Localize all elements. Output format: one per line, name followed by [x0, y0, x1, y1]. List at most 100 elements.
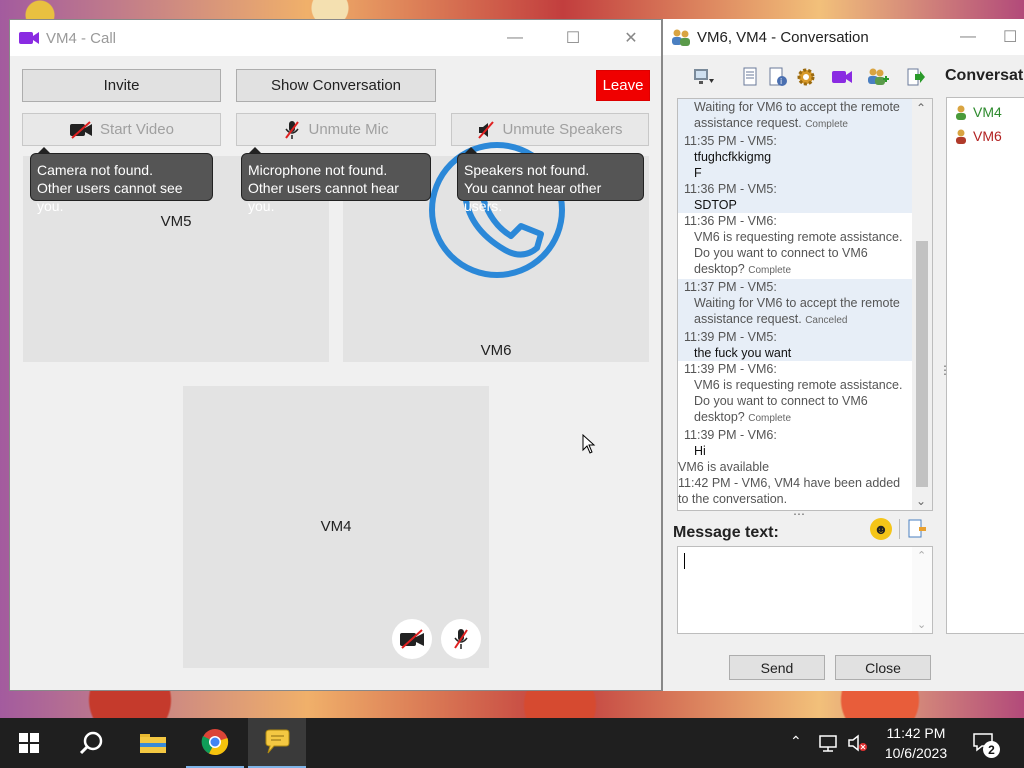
conversation-window-title: VM6, VM4 - Conversation	[697, 28, 869, 46]
microphone-tooltip: Microphone not found. Other users cannot…	[241, 147, 431, 214]
show-hidden-icons[interactable]: ⌃	[790, 733, 802, 750]
unmute-speakers-label: Unmute Speakers	[502, 121, 623, 138]
messenger-app-button[interactable]	[248, 718, 306, 768]
chat-message: 11:36 PM - VM6: VM6 is requesting remote …	[678, 213, 912, 279]
maximize-button[interactable]: ☐	[550, 20, 596, 56]
message-text: F	[694, 166, 702, 180]
message-header: 11:39 PM - VM6:	[684, 362, 777, 376]
participant-name: VM6	[973, 128, 1002, 144]
chrome-button[interactable]	[186, 718, 244, 768]
user-icon	[956, 129, 966, 144]
settings-gear-icon[interactable]	[795, 66, 817, 88]
text-cursor	[684, 553, 685, 569]
message-status: Complete	[805, 119, 848, 130]
network-icon[interactable]	[818, 733, 840, 753]
scroll-down-icon[interactable]: ⌄	[916, 494, 926, 508]
input-scrollbar[interactable]: ⌃ ⌄	[912, 547, 932, 633]
send-button[interactable]: Send	[729, 655, 825, 680]
splitter-handle-horizontal[interactable]: ⋯	[793, 507, 805, 521]
message-text: desktop?	[694, 410, 745, 424]
show-conversation-button[interactable]: Show Conversation	[236, 69, 436, 102]
chat-scrollbar[interactable]: ⌃ ⌄	[912, 99, 932, 510]
scroll-thumb[interactable]	[916, 241, 928, 487]
message-list: Waiting for VM6 to accept the remote assi…	[678, 99, 912, 507]
camera-tooltip: Camera not found. Other users cannot see…	[30, 147, 213, 214]
close-window-button[interactable]: ✕	[608, 20, 654, 56]
participants-list: VM4 VM6	[946, 97, 1024, 634]
message-text: Hi	[694, 444, 706, 458]
message-header: 11:36 PM - VM6:	[684, 214, 777, 228]
chat-message: 11:37 PM - VM5: Waiting for VM6 to accept…	[678, 279, 912, 329]
action-center-button[interactable]: 2	[970, 730, 1000, 760]
leave-button[interactable]: Leave	[596, 70, 650, 101]
info-document-icon[interactable]: i	[767, 66, 789, 88]
tooltip-line: Speakers not found.	[464, 162, 590, 178]
participant-item-vm4[interactable]: VM4	[953, 104, 1002, 120]
message-input[interactable]: ⌃ ⌄	[677, 546, 933, 634]
message-header: 11:37 PM - VM5:	[684, 280, 777, 294]
message-body-line: tfughcfkkigmg	[678, 149, 912, 165]
message-text: Waiting for VM6 to accept the remote	[694, 296, 900, 310]
message-text: Do you want to connect to VM6	[694, 246, 868, 260]
tooltip-line: You cannot hear other users.	[464, 180, 602, 214]
notification-count-badge: 2	[983, 741, 1000, 758]
insert-file-icon[interactable]	[907, 519, 927, 542]
unmute-mic-label: Unmute Mic	[308, 121, 389, 138]
message-status: Complete	[748, 413, 792, 424]
scroll-down-icon[interactable]: ⌄	[917, 618, 926, 631]
chrome-icon	[201, 729, 229, 756]
add-users-icon[interactable]	[867, 66, 889, 88]
message-body-line: the fuck you want	[678, 345, 912, 361]
emoji-icon[interactable]: ☻	[870, 518, 892, 540]
start-video-label: Start Video	[100, 121, 174, 138]
volume-muted-icon[interactable]	[847, 733, 869, 753]
scroll-up-icon[interactable]: ⌃	[917, 549, 926, 562]
message-status: Complete	[748, 265, 792, 276]
chat-message: 11:36 PM - VM5: SDTOP	[678, 181, 912, 213]
chat-message: 11:39 PM - VM6: Hi	[678, 427, 912, 459]
maximize-button[interactable]: ☐	[1003, 19, 1024, 55]
chat-bubble-icon	[265, 729, 290, 754]
message-header: 11:39 PM - VM5:	[684, 330, 777, 344]
conversation-window: VM6, VM4 - Conversation — ☐ i Waiting fo…	[662, 19, 1024, 691]
video-off-icon	[400, 629, 424, 649]
chat-message: 11:39 PM - VM6: VM6 is requesting remote …	[678, 361, 912, 427]
message-text-label: Message text:	[673, 524, 779, 541]
message-header: 11:35 PM - VM5:	[684, 134, 777, 148]
tooltip-line: Camera not found.	[37, 162, 153, 178]
chat-history[interactable]: Waiting for VM6 to accept the remote assi…	[677, 98, 933, 511]
search-button[interactable]	[62, 718, 120, 768]
leave-conversation-icon[interactable]	[905, 66, 927, 88]
message-text: Waiting for VM6 to accept the remote	[694, 100, 900, 114]
minimize-button[interactable]: —	[492, 20, 538, 56]
conversation-title-bar[interactable]: VM6, VM4 - Conversation — ☐	[663, 19, 1024, 55]
remote-desktop-icon[interactable]	[693, 66, 715, 88]
unmute-mic-button[interactable]: Unmute Mic	[236, 113, 436, 146]
file-explorer-button[interactable]	[124, 718, 182, 768]
participant-name: VM4	[320, 518, 352, 535]
invite-button[interactable]: Invite	[22, 69, 221, 102]
mic-status-button[interactable]	[441, 619, 481, 659]
scroll-up-icon[interactable]: ⌃	[916, 101, 926, 115]
camera-status-button[interactable]	[392, 619, 432, 659]
start-video-button[interactable]: Start Video	[22, 113, 221, 146]
start-button[interactable]	[0, 718, 58, 768]
participant-item-vm6[interactable]: VM6	[953, 128, 1002, 144]
message-body-line: F	[678, 165, 912, 181]
notes-icon[interactable]	[739, 66, 761, 88]
participant-name: VM4	[973, 104, 1002, 120]
tooltip-line: Microphone not found.	[248, 162, 388, 178]
windows-logo-icon	[19, 733, 39, 753]
speaker-off-icon	[478, 120, 495, 139]
message-text: VM6 is requesting remote assistance.	[694, 378, 903, 392]
minimize-button[interactable]: —	[945, 19, 991, 55]
close-button[interactable]: Close	[835, 655, 931, 680]
message-body-line: Waiting for VM6 to accept the remote	[678, 99, 912, 115]
video-call-icon[interactable]	[831, 66, 853, 88]
call-title-bar[interactable]: VM4 - Call — ☐ ✕	[10, 20, 661, 56]
message-body-line: Hi	[678, 443, 912, 459]
participant-name: VM5	[160, 213, 192, 230]
video-off-icon	[70, 120, 93, 139]
toolbar-divider	[899, 519, 900, 539]
clock[interactable]: 11:42 PM 10/6/2023	[872, 723, 960, 763]
